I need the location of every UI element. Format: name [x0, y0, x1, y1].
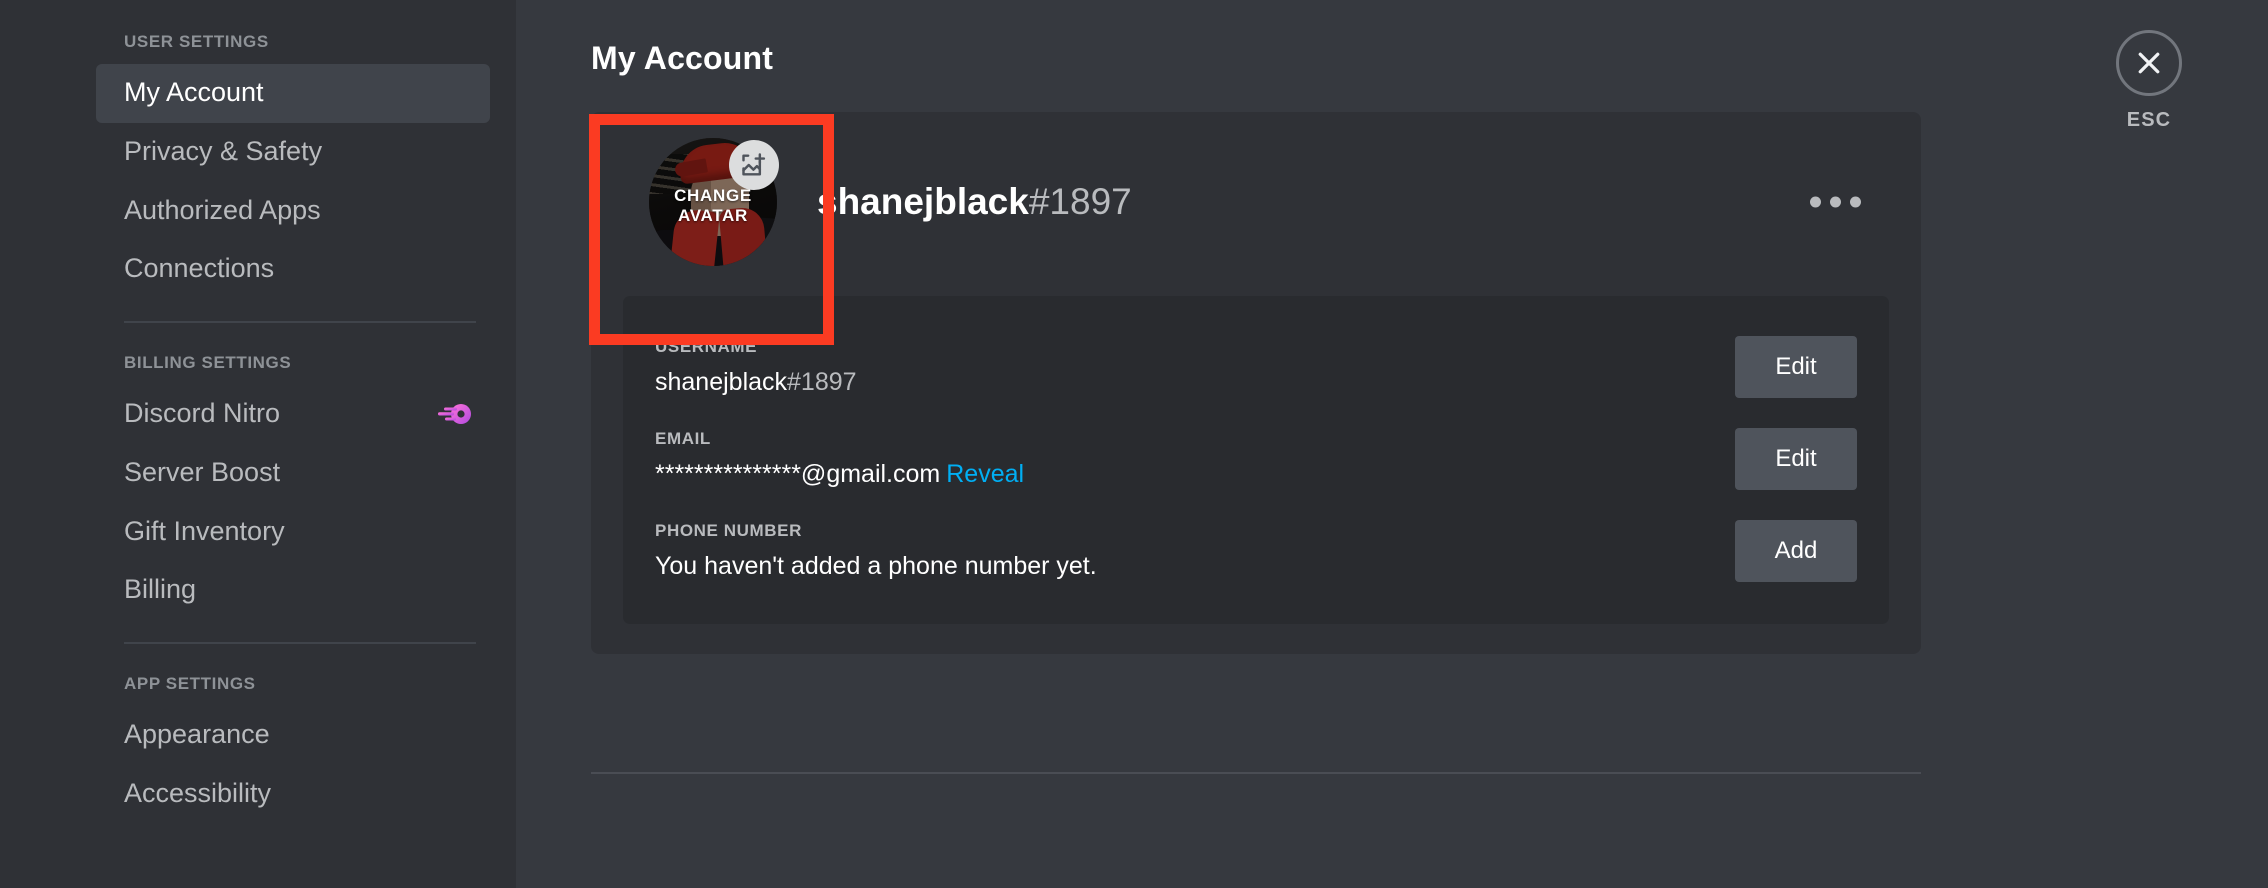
user-settings-window: USER SETTINGS My Account Privacy & Safet… [0, 0, 2268, 888]
sidebar-divider [124, 642, 476, 644]
add-image-icon[interactable] [729, 140, 779, 190]
sidebar-item-connections[interactable]: Connections [96, 240, 490, 299]
profile-row: CHANGE AVATAR shanejblack#1897 [623, 138, 1889, 266]
sidebar-item-privacy-and-safety[interactable]: Privacy & Safety [96, 123, 490, 182]
sidebar-sections: USER SETTINGS My Account Privacy & Safet… [0, 24, 516, 824]
edit-email-button[interactable]: Edit [1735, 428, 1857, 490]
email-value-text: ***************@gmail.com [655, 460, 941, 488]
settings-content: My Account CHANGE AVATAR shanejblack#189… [516, 0, 2268, 888]
username-field-value: shanejblack#1897 [655, 368, 857, 397]
change-avatar-line1: CHANGE [674, 185, 752, 205]
sidebar-item-billing[interactable]: Billing [96, 561, 490, 620]
dot [1830, 196, 1841, 208]
username-field-label: USERNAME [655, 337, 758, 356]
reveal-email-link[interactable]: Reveal [946, 460, 1024, 488]
sidebar-section-header-user-settings: USER SETTINGS [124, 32, 269, 51]
field-row-phone-number: PHONE NUMBER You haven't added a phone n… [655, 506, 1857, 598]
sidebar-item-my-account[interactable]: My Account [96, 64, 490, 123]
account-card: CHANGE AVATAR shanejblack#1897 USERNAME … [591, 112, 1921, 654]
field-row-email: EMAIL ***************@gmail.com Reveal Ed… [655, 414, 1857, 506]
email-field-value: ***************@gmail.com Reveal [655, 460, 1024, 489]
sidebar-section-header-billing-settings: BILLING SETTINGS [124, 353, 292, 372]
close-x-icon [2116, 30, 2182, 96]
username-value-text: shanejblack [655, 368, 788, 396]
profile-username-text: shanejblack [817, 181, 1029, 222]
sidebar-item-label: Server Boost [124, 456, 281, 487]
field-text-group: USERNAME shanejblack#1897 [655, 337, 857, 397]
sidebar-item-label: Privacy & Safety [124, 135, 323, 166]
sidebar-item-label: Discord Nitro [124, 398, 281, 428]
profile-discriminator: #1897 [1028, 181, 1132, 222]
dot [1810, 196, 1821, 208]
change-avatar-line2: AVATAR [678, 206, 748, 225]
phone-field-value: You haven't added a phone number yet. [655, 552, 1097, 580]
nitro-boost-icon [436, 399, 472, 429]
sidebar-divider [124, 321, 476, 323]
field-text-group: EMAIL ***************@gmail.com Reveal [655, 429, 1024, 489]
more-options-icon[interactable] [1800, 187, 1871, 218]
email-field-label: EMAIL [655, 429, 711, 448]
sidebar-item-accessibility[interactable]: Accessibility [96, 765, 490, 824]
avatar-wrap: CHANGE AVATAR [649, 138, 779, 266]
sidebar-item-authorized-apps[interactable]: Authorized Apps [96, 182, 490, 241]
username-value-discriminator: #1897 [787, 368, 857, 396]
sidebar-item-label: Connections [124, 253, 275, 284]
sidebar-item-label: Gift Inventory [124, 515, 285, 546]
close-settings-button[interactable]: ESC [2116, 30, 2182, 132]
sidebar-item-appearance[interactable]: Appearance [96, 706, 490, 765]
sidebar-item-label: Accessibility [124, 777, 272, 808]
close-settings-label: ESC [2126, 109, 2172, 131]
sidebar-item-gift-inventory[interactable]: Gift Inventory [96, 503, 490, 562]
section-divider [591, 772, 1921, 774]
phone-field-label: PHONE NUMBER [655, 521, 802, 540]
sidebar-item-label: Appearance [124, 719, 270, 749]
profile-username: shanejblack#1897 [817, 181, 1132, 223]
sidebar-item-server-boost[interactable]: Server Boost [96, 444, 490, 503]
content-column: My Account CHANGE AVATAR shanejblack#189… [591, 40, 1921, 774]
sidebar-item-label: Authorized Apps [124, 194, 321, 225]
edit-username-button[interactable]: Edit [1735, 336, 1857, 398]
sidebar-section-header-app-settings: APP SETTINGS [124, 674, 256, 693]
sidebar-item-label: My Account [124, 77, 264, 107]
page-title: My Account [591, 40, 774, 76]
sidebar-item-label: Billing [124, 574, 197, 605]
settings-sidebar: USER SETTINGS My Account Privacy & Safet… [0, 0, 516, 888]
account-fields-panel: USERNAME shanejblack#1897 Edit EMAIL ***… [623, 296, 1889, 624]
sidebar-item-discord-nitro[interactable]: Discord Nitro [96, 385, 490, 444]
dot [1850, 196, 1861, 208]
field-text-group: PHONE NUMBER You haven't added a phone n… [655, 521, 1097, 581]
add-phone-button[interactable]: Add [1735, 520, 1857, 582]
field-row-username: USERNAME shanejblack#1897 Edit [655, 322, 1857, 414]
